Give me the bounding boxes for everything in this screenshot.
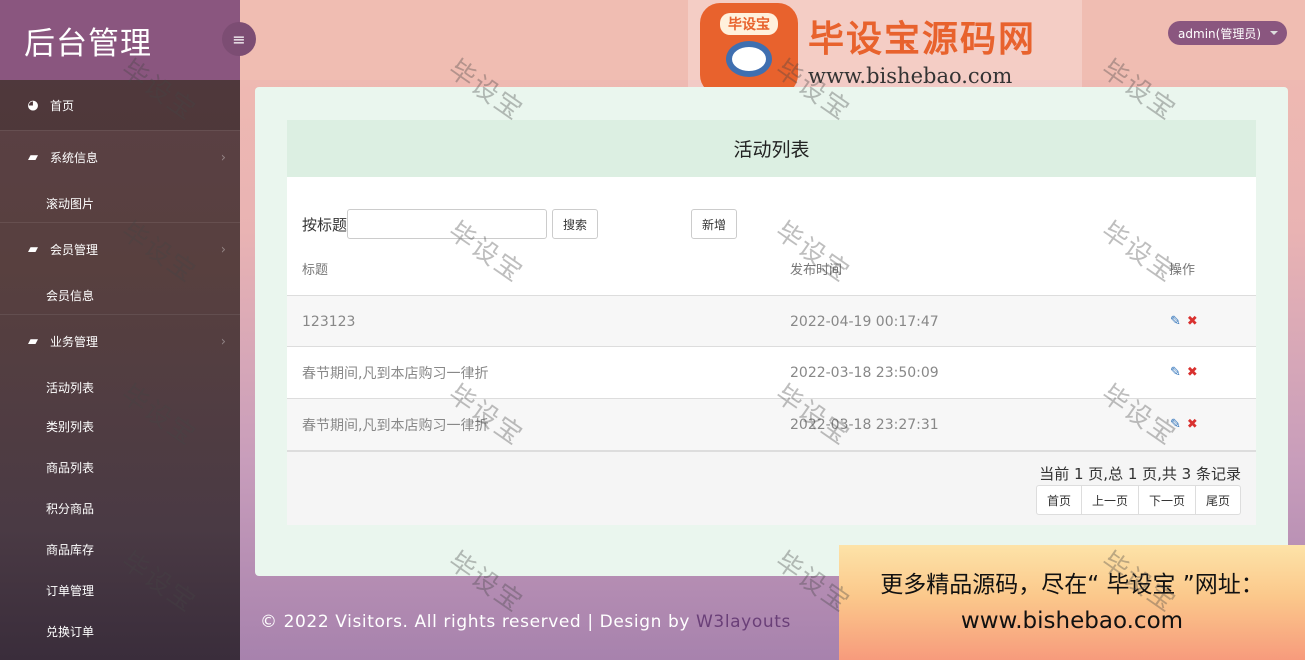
row-title: 123123 xyxy=(302,313,356,330)
sidebar-group-business[interactable]: ▰ 业务管理 › xyxy=(0,314,240,368)
row-title: 春节期间,凡到本店购习一律折 xyxy=(302,365,489,382)
next-page-button[interactable]: 下一页 xyxy=(1137,485,1196,515)
row-time: 2022-04-19 00:17:47 xyxy=(790,313,939,330)
row-title: 春节期间,凡到本店购习一律折 xyxy=(302,417,489,434)
table-row: 春节期间,凡到本店购习一律折 2022-03-18 23:50:09 ✎ ✖ xyxy=(287,346,1256,398)
logo-title: 毕设宝源码网 xyxy=(808,19,1037,60)
add-button[interactable]: 新增 xyxy=(691,209,738,239)
chevron-right-icon: › xyxy=(220,242,226,257)
delete-icon[interactable]: ✖ xyxy=(1187,365,1198,380)
main-panel: 活动列表 按标题 搜索 新增 标题 发布时间 操作 123123 2022-04… xyxy=(255,87,1288,576)
column-header-title: 标题 xyxy=(302,263,329,278)
site-logo: 毕设宝 毕设宝源码网 www.bishebao.com xyxy=(688,0,1082,98)
chevron-right-icon: › xyxy=(220,334,226,349)
search-button[interactable]: 搜索 xyxy=(552,209,599,239)
row-time: 2022-03-18 23:50:09 xyxy=(790,364,939,381)
page-title: 活动列表 xyxy=(287,120,1256,177)
last-page-button[interactable]: 尾页 xyxy=(1194,485,1241,515)
sidebar-item-label: 首页 xyxy=(50,98,75,113)
sidebar-item-home[interactable]: ◕ 首页 xyxy=(0,80,240,130)
book-icon: ▰ xyxy=(28,242,38,257)
book-icon: ▰ xyxy=(28,150,38,165)
sidebar-toggle-button[interactable]: ≡ xyxy=(222,22,256,56)
sidebar-item-orders[interactable]: 订单管理 xyxy=(0,570,240,611)
sidebar-item-label: 会员管理 xyxy=(50,243,99,257)
user-name: admin(管理员) xyxy=(1178,26,1261,41)
sidebar-item-exchange-orders[interactable]: 兑换订单 xyxy=(0,611,240,652)
sidebar-group-system[interactable]: ▰ 系统信息 › xyxy=(0,130,240,184)
sidebar-item-points-products[interactable]: 积分商品 xyxy=(0,488,240,529)
sidebar-item-activities[interactable]: 活动列表 xyxy=(0,368,240,406)
row-time: 2022-03-18 23:27:31 xyxy=(790,416,939,433)
table-row: 123123 2022-04-19 00:17:47 ✎ ✖ xyxy=(287,295,1256,347)
user-menu-dropdown[interactable]: admin(管理员) xyxy=(1168,21,1287,45)
search-label: 按标题 xyxy=(302,215,348,234)
promo-line-2: www.bishebao.com xyxy=(960,607,1184,634)
sidebar-item-carousel[interactable]: 滚动图片 xyxy=(0,184,240,222)
sidebar-brand[interactable]: 后台管理 xyxy=(0,0,240,80)
sidebar: 后台管理 ◕ 首页 ▰ 系统信息 › 滚动图片 ▰ 会员管理 › 会员信息 ▰ … xyxy=(0,0,240,660)
pagination: 首页 上一页 下一页 尾页 xyxy=(1035,485,1241,515)
column-header-time: 发布时间 xyxy=(790,263,843,278)
menu-icon: ≡ xyxy=(232,29,246,49)
logo-url: www.bishebao.com xyxy=(808,64,1013,88)
search-input[interactable] xyxy=(347,209,548,239)
caret-down-icon xyxy=(1270,31,1278,35)
edit-icon[interactable]: ✎ xyxy=(1170,417,1181,432)
prev-page-button[interactable]: 上一页 xyxy=(1080,485,1139,515)
book-icon: ▰ xyxy=(28,334,38,349)
logo-mascot-icon xyxy=(726,41,772,77)
top-bar: 毕设宝 毕设宝源码网 www.bishebao.com admin(管理员) xyxy=(240,0,1305,98)
sidebar-item-categories[interactable]: 类别列表 xyxy=(0,406,240,447)
sidebar-item-member-info[interactable]: 会员信息 xyxy=(0,276,240,314)
dashboard-icon: ◕ xyxy=(27,97,39,113)
delete-icon[interactable]: ✖ xyxy=(1187,417,1198,432)
promo-banner: 更多精品源码，尽在“ 毕设宝 ”网址： www.bishebao.com xyxy=(839,545,1305,660)
column-header-actions: 操作 xyxy=(1169,263,1196,278)
sidebar-group-members[interactable]: ▰ 会员管理 › xyxy=(0,222,240,276)
pagination-area: 当前 1 页,总 1 页,共 3 条记录 首页 上一页 下一页 尾页 xyxy=(287,450,1256,525)
first-page-button[interactable]: 首页 xyxy=(1035,485,1082,515)
logo-badge-text: 毕设宝 xyxy=(720,13,778,35)
activity-list: 按标题 搜索 新增 标题 发布时间 操作 123123 2022-04-19 0… xyxy=(287,177,1256,525)
promo-line-1: 更多精品源码，尽在“ 毕设宝 ”网址： xyxy=(880,571,1264,598)
table-row: 春节期间,凡到本店购习一律折 2022-03-18 23:27:31 ✎ ✖ xyxy=(287,398,1256,450)
sidebar-item-label: 系统信息 xyxy=(50,151,99,165)
sidebar-item-inventory[interactable]: 商品库存 xyxy=(0,529,240,570)
footer-copyright: © 2022 Visitors. All rights reserved | D… xyxy=(260,612,691,632)
search-form: 按标题 搜索 xyxy=(302,209,599,239)
edit-icon[interactable]: ✎ xyxy=(1170,314,1181,329)
logo-badge: 毕设宝 xyxy=(700,3,798,95)
pagination-info: 当前 1 页,总 1 页,共 3 条记录 xyxy=(1039,465,1241,483)
footer: © 2022 Visitors. All rights reserved | D… xyxy=(240,592,840,652)
delete-icon[interactable]: ✖ xyxy=(1187,314,1198,329)
sidebar-item-label: 业务管理 xyxy=(50,335,99,349)
edit-icon[interactable]: ✎ xyxy=(1170,365,1181,380)
footer-link[interactable]: W3layouts xyxy=(696,612,791,632)
chevron-right-icon: › xyxy=(220,150,226,165)
sidebar-item-products[interactable]: 商品列表 xyxy=(0,447,240,488)
